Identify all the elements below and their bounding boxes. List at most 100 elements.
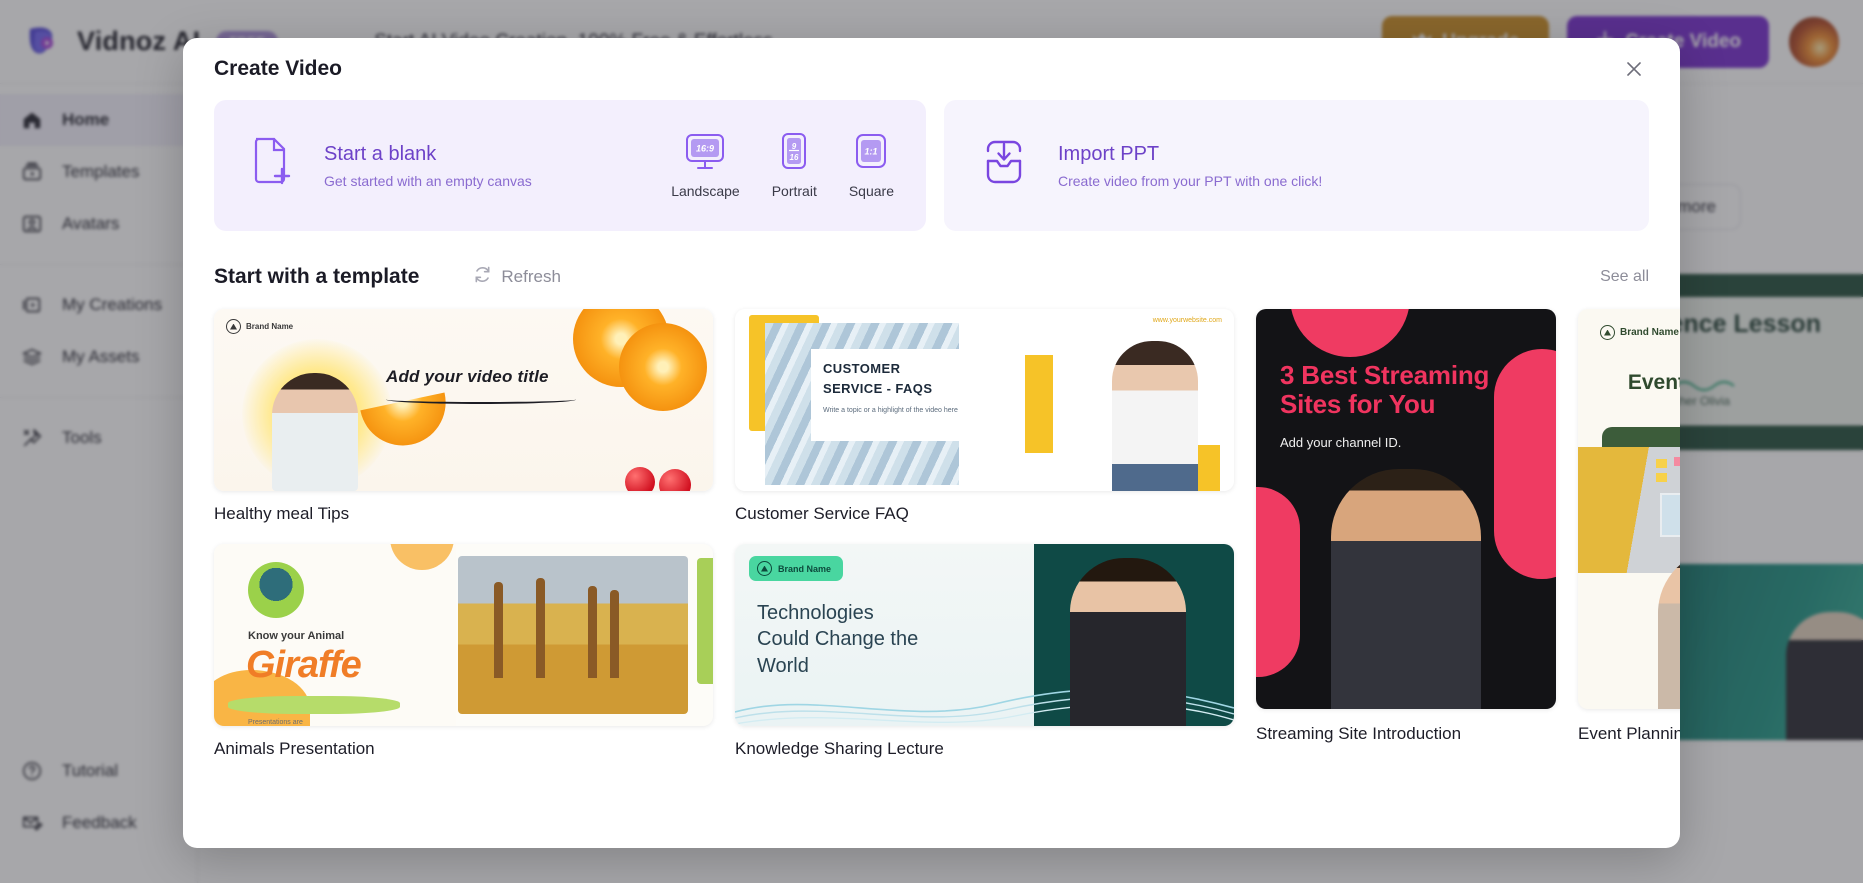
svg-text:1:1: 1:1	[865, 146, 878, 156]
avatar-figure	[272, 373, 358, 491]
start-blank-card[interactable]: Start a blank Get started with an empty …	[214, 100, 926, 231]
template-thumb-title: TechnologiesCould Change theWorld	[757, 600, 918, 679]
giraffe-figure	[610, 590, 619, 678]
template-thumbnail: CUSTOMER SERVICE - FAQS Write a topic or…	[735, 309, 1234, 491]
brand-name-label: Brand Name	[1620, 327, 1679, 338]
aspect-ratio-group: 16:9 Landscape 9	[671, 133, 894, 199]
avatar-figure	[1658, 549, 1680, 709]
template-thumbnail: Brand Name Add your video title	[214, 309, 713, 491]
ratio-option-square[interactable]: 1:1 Square	[849, 133, 894, 199]
template-name: Event Planning Tips	[1578, 724, 1680, 744]
start-blank-subtitle: Get started with an empty canvas	[324, 173, 532, 189]
green-bar-decoration	[697, 558, 713, 684]
grass-decoration	[228, 696, 400, 714]
import-download-icon	[978, 139, 1034, 192]
template-thumb-title-line1: CUSTOMER	[823, 361, 900, 376]
blank-document-plus-icon	[250, 136, 302, 195]
create-video-modal: Create Video Start a blank Get started w	[183, 38, 1680, 848]
avatar-figure	[1070, 558, 1186, 726]
brand-name-chip: Brand Name	[226, 319, 293, 334]
avatar-figure	[248, 562, 304, 618]
ratio-label: Portrait	[772, 183, 817, 199]
sticky-note	[1656, 459, 1667, 468]
templates-section-title: Start with a template	[214, 265, 419, 289]
avatar-figure	[1112, 341, 1198, 491]
close-icon[interactable]	[1618, 53, 1650, 85]
import-ppt-title: Import PPT	[1058, 143, 1322, 166]
underline-decoration	[386, 395, 576, 404]
ratio-option-portrait[interactable]: 9 16 Portrait	[772, 133, 817, 199]
template-thumb-subtitle: Add your channel ID.	[1280, 435, 1401, 450]
import-ppt-subtitle: Create video from your PPT with one clic…	[1058, 173, 1322, 189]
text-panel: CUSTOMER SERVICE - FAQS Write a topic or…	[811, 349, 1019, 441]
create-options-row: Start a blank Get started with an empty …	[214, 100, 1649, 231]
template-thumb-url: www.yourwebsite.com	[1153, 317, 1222, 324]
template-name: Healthy meal Tips	[214, 504, 713, 524]
template-card-event-planning-tips[interactable]: Brand Name Event Planning Tips Event Pla	[1578, 309, 1680, 744]
template-card-animals-presentation[interactable]: Know your Animal Giraffe Presentations a…	[214, 544, 713, 759]
sticky-note	[1674, 457, 1680, 466]
template-card-streaming-site-introduction[interactable]: 3 Best Streaming Sites for You Add your …	[1256, 309, 1556, 744]
templates-row-2: Know your Animal Giraffe Presentations a…	[214, 544, 1234, 759]
brand-name-label: Brand Name	[778, 564, 831, 574]
svg-text:9: 9	[792, 142, 797, 151]
brand-name-chip: Brand Name	[1600, 325, 1679, 340]
monitor-decoration	[1660, 493, 1680, 537]
modal-title: Create Video	[214, 57, 342, 81]
blob-decoration	[1256, 487, 1300, 677]
template-name: Customer Service FAQ	[735, 504, 1234, 524]
cherry-decoration	[659, 469, 691, 491]
template-name: Animals Presentation	[214, 739, 713, 759]
brand-logo-icon	[1600, 325, 1615, 340]
template-thumbnail: Know your Animal Giraffe Presentations a…	[214, 544, 713, 726]
yellow-bar-decoration	[1025, 355, 1053, 453]
ratio-label: Landscape	[671, 183, 740, 199]
svg-text:16: 16	[790, 153, 799, 162]
template-thumb-kicker: Know your Animal	[248, 630, 344, 642]
template-thumb-title: Event Planning Tips	[1578, 371, 1680, 395]
modal-header: Create Video	[183, 38, 1680, 100]
sticky-note	[1656, 473, 1667, 482]
giraffe-figure	[588, 586, 597, 678]
see-all-link[interactable]: See all	[1600, 268, 1649, 286]
meeting-photo	[1578, 447, 1680, 573]
templates-row-1: Brand Name Add your video title Healthy …	[214, 309, 1234, 524]
template-card-customer-service-faq[interactable]: CUSTOMER SERVICE - FAQS Write a topic or…	[735, 309, 1234, 524]
orange-slice-decoration	[619, 323, 707, 411]
import-ppt-text: Import PPT Create video from your PPT wi…	[1058, 143, 1322, 189]
template-thumbnail: Brand Name Event Planning Tips	[1578, 309, 1680, 709]
ratio-label: Square	[849, 183, 894, 199]
blob-decoration	[1290, 309, 1410, 357]
template-thumbnail: Brand Name TechnologiesCould Change theW…	[735, 544, 1234, 726]
refresh-button[interactable]: Refresh	[473, 265, 561, 289]
svg-text:16:9: 16:9	[696, 143, 714, 153]
template-thumbnail: 3 Best Streaming Sites for You Add your …	[1256, 309, 1556, 709]
refresh-label: Refresh	[501, 267, 561, 287]
template-thumb-title-line2: SERVICE - FAQS	[823, 381, 932, 396]
modal-body[interactable]: Start a blank Get started with an empty …	[183, 100, 1680, 848]
cherry-decoration	[625, 467, 655, 491]
landscape-monitor-icon: 16:9	[684, 133, 726, 176]
template-name: Streaming Site Introduction	[1256, 724, 1556, 744]
template-card-healthy-meal-tips[interactable]: Brand Name Add your video title Healthy …	[214, 309, 713, 524]
import-ppt-card[interactable]: Import PPT Create video from your PPT wi…	[944, 100, 1649, 231]
landscape-templates-column: Brand Name Add your video title Healthy …	[214, 309, 1234, 759]
brand-logo-icon	[757, 561, 772, 576]
giraffe-photo	[458, 556, 688, 714]
template-thumb-title: 3 Best Streaming Sites for You	[1280, 361, 1536, 418]
start-blank-text: Start a blank Get started with an empty …	[324, 143, 532, 189]
template-thumb-subtitle: Presentations arecommunication tools	[248, 718, 312, 726]
template-name: Knowledge Sharing Lecture	[735, 739, 1234, 759]
refresh-icon	[473, 265, 492, 289]
template-thumb-title: Giraffe	[246, 644, 361, 687]
templates-section-header: Start with a template Refresh See all	[214, 265, 1649, 289]
brand-name-chip[interactable]: Brand Name	[749, 556, 843, 581]
square-icon: 1:1	[854, 133, 888, 176]
brand-logo-icon	[226, 319, 241, 334]
templates-grid: Brand Name Add your video title Healthy …	[214, 309, 1649, 785]
start-blank-title: Start a blank	[324, 143, 532, 166]
brand-name-label: Brand Name	[246, 322, 293, 331]
ratio-option-landscape[interactable]: 16:9 Landscape	[671, 133, 740, 199]
template-thumb-title: Add your video title	[386, 367, 549, 387]
template-card-knowledge-sharing-lecture[interactable]: Brand Name TechnologiesCould Change theW…	[735, 544, 1234, 759]
